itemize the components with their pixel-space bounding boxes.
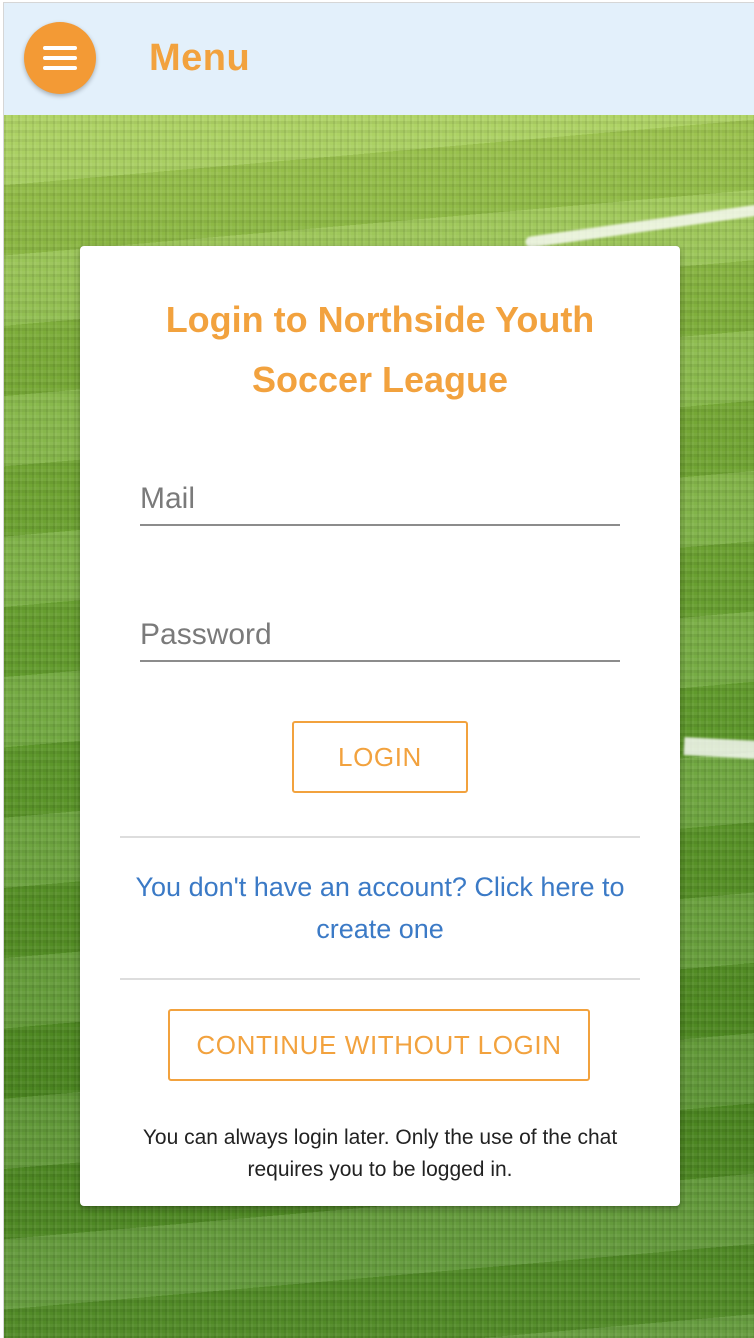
mail-input[interactable]: [140, 482, 620, 516]
field-line: [524, 192, 754, 249]
login-button[interactable]: LOGIN: [292, 721, 468, 793]
menu-button[interactable]: [24, 22, 96, 94]
field-line: [683, 737, 754, 761]
app-frame: Menu Login to Northside Youth Soccer Lea…: [3, 2, 754, 1338]
hamburger-menu-icon-bar: [43, 66, 77, 70]
continue-without-login-button[interactable]: CONTINUE WITHOUT LOGIN: [168, 1009, 590, 1081]
create-account-link[interactable]: You don't have an account? Click here to…: [120, 866, 640, 950]
top-header: Menu: [4, 3, 754, 115]
login-title: Login to Northside Youth Soccer League: [165, 299, 595, 400]
mail-field[interactable]: [140, 464, 620, 526]
divider: [120, 978, 640, 980]
hamburger-menu-icon: [43, 46, 77, 50]
menu-title: Menu: [149, 37, 251, 79]
login-later-note: You can always login later. Only the use…: [142, 1126, 618, 1181]
password-input[interactable]: [140, 618, 620, 652]
password-field[interactable]: [140, 600, 620, 662]
hamburger-menu-icon-bar: [43, 56, 77, 60]
login-card: Login to Northside Youth Soccer League L…: [80, 246, 680, 1206]
divider: [120, 836, 640, 838]
